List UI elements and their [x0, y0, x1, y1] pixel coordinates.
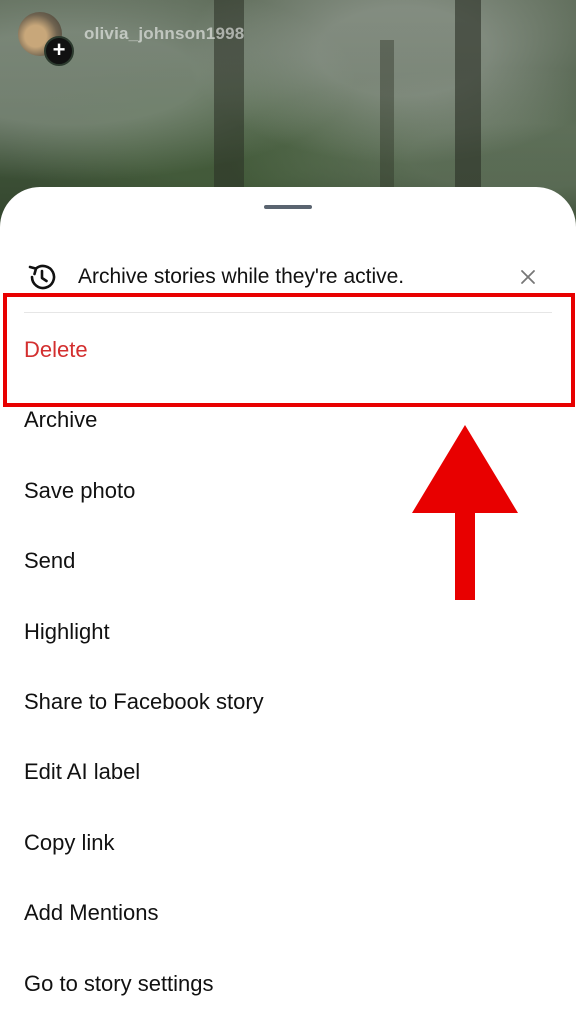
delete-highlight-box: [3, 293, 575, 407]
drag-handle[interactable]: [264, 205, 312, 209]
options-menu: Delete Archive Save photo Send Highlight…: [0, 315, 576, 1019]
add-story-icon[interactable]: +: [44, 36, 74, 66]
tree-trunk: [380, 40, 394, 190]
history-icon: [28, 264, 56, 290]
archive-banner-text: Archive stories while they're active.: [78, 265, 405, 288]
username[interactable]: olivia_johnson1998: [84, 24, 244, 44]
archive-banner: Archive stories while they're active.: [24, 259, 552, 295]
share-to-facebook-story-button[interactable]: Share to Facebook story: [0, 667, 576, 737]
story-header: + olivia_johnson1998: [18, 12, 244, 66]
edit-ai-label-button[interactable]: Edit AI label: [0, 737, 576, 807]
story-settings-button[interactable]: Go to story settings: [0, 949, 576, 1019]
add-mentions-button[interactable]: Add Mentions: [0, 878, 576, 948]
close-icon[interactable]: [516, 265, 540, 289]
copy-link-button[interactable]: Copy link: [0, 808, 576, 878]
avatar[interactable]: +: [18, 12, 74, 66]
tree-trunk: [455, 0, 481, 190]
arrow-up-icon: [412, 425, 518, 600]
highlight-button[interactable]: Highlight: [0, 597, 576, 667]
